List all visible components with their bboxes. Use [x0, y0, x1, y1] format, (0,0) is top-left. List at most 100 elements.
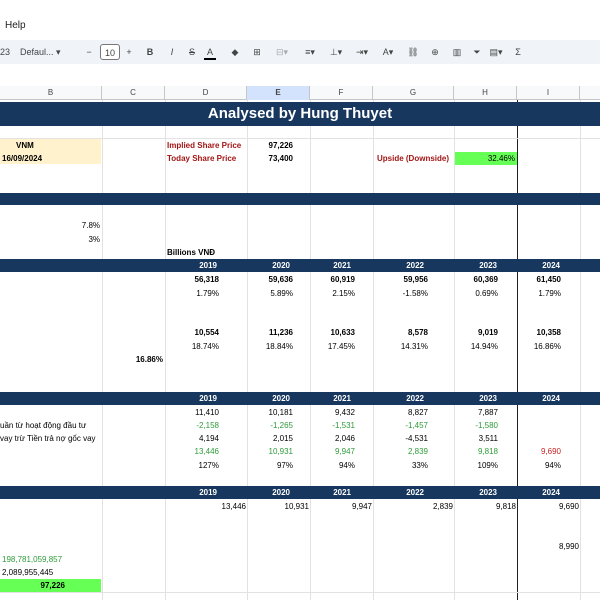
assumption-growth[interactable]: 3% — [40, 233, 100, 246]
cf-cell[interactable]: 94% — [311, 459, 355, 472]
borders-icon[interactable]: ⊞ — [250, 44, 264, 60]
cf-cell[interactable]: 109% — [455, 459, 498, 472]
revenue-cell[interactable]: 60,919 — [311, 273, 355, 286]
column-header-e[interactable]: E — [247, 86, 310, 100]
column-header-c[interactable]: C — [102, 86, 165, 100]
growth-cell[interactable]: 5.89% — [248, 287, 293, 300]
implied-price-value[interactable]: 97,226 — [248, 139, 293, 152]
growth-cell[interactable]: 1.79% — [518, 287, 561, 300]
average-margin-cell[interactable]: 16.86% — [103, 353, 163, 366]
margin-cell[interactable]: 18.74% — [166, 340, 219, 353]
insert-chart-icon[interactable]: ▥ — [450, 44, 464, 60]
column-header-g[interactable]: G — [373, 86, 454, 100]
align-horizontal-icon[interactable]: ≡▾ — [300, 44, 320, 60]
filter-views-icon[interactable]: ▤▾ — [486, 44, 506, 60]
fcf-cell[interactable]: 13,446 — [166, 500, 246, 513]
cf-cell[interactable]: -2,158 — [166, 419, 219, 432]
cf-cell[interactable]: 10,931 — [248, 445, 293, 458]
merge-cells-icon[interactable]: ⊟▾ — [272, 44, 292, 60]
growth-cell[interactable]: 2.15% — [311, 287, 355, 300]
text-rotate-icon[interactable]: A▾ — [378, 44, 398, 60]
cf-cell[interactable]: -1,265 — [248, 419, 293, 432]
revenue-cell[interactable]: 61,450 — [518, 273, 561, 286]
cf-cell[interactable]: 9,947 — [311, 445, 355, 458]
column-header-d[interactable]: D — [165, 86, 247, 100]
margin-cell[interactable]: 17.45% — [311, 340, 355, 353]
fcf-cell[interactable]: 9,818 — [455, 500, 516, 513]
fcf-cell[interactable]: 9,947 — [311, 500, 372, 513]
cf-cell[interactable]: 4,194 — [166, 432, 219, 445]
cf-cell[interactable]: 2,839 — [374, 445, 428, 458]
cf-cell[interactable]: 11,410 — [166, 406, 219, 419]
text-color-button[interactable]: A — [204, 44, 216, 60]
ticker-cell[interactable]: VNM — [16, 139, 34, 152]
ebit-cell[interactable]: 10,633 — [311, 326, 355, 339]
ebit-cell[interactable]: 8,578 — [374, 326, 428, 339]
column-header-b[interactable]: B — [0, 86, 102, 100]
upside-value[interactable]: 32.46% — [455, 152, 517, 165]
bold-button[interactable]: B — [144, 44, 156, 60]
cf-cell[interactable]: 97% — [248, 459, 293, 472]
column-header-f[interactable]: F — [310, 86, 373, 100]
shares-outstanding-cell[interactable]: 2,089,955,445 — [2, 566, 53, 579]
growth-cell[interactable]: 0.69% — [455, 287, 498, 300]
cf-cell[interactable]: 9,818 — [455, 445, 498, 458]
cf-cell[interactable]: 94% — [518, 459, 561, 472]
menu-help[interactable]: Help — [5, 20, 26, 31]
terminal-value-cell[interactable]: 8,990 — [518, 540, 579, 553]
revenue-cell[interactable]: 59,956 — [374, 273, 428, 286]
margin-cell[interactable]: 14.31% — [374, 340, 428, 353]
fill-color-icon[interactable]: ◆ — [228, 44, 242, 60]
cf-cell[interactable]: 9,432 — [311, 406, 355, 419]
revenue-cell[interactable]: 60,369 — [455, 273, 498, 286]
strikethrough-button[interactable]: S — [186, 44, 198, 60]
sheet-grid[interactable]: Analysed by Hung Thuyet VNM 16/09/2024 I… — [0, 100, 600, 600]
margin-cell[interactable]: 16.86% — [518, 340, 561, 353]
margin-cell[interactable]: 14.94% — [455, 340, 498, 353]
cf-cell[interactable]: 33% — [374, 459, 428, 472]
insert-comment-icon[interactable]: ⊕ — [428, 44, 442, 60]
today-price-value[interactable]: 73,400 — [248, 152, 293, 165]
cf-cell[interactable]: 127% — [166, 459, 219, 472]
revenue-cell[interactable]: 59,636 — [248, 273, 293, 286]
cf-cell[interactable]: 2,015 — [248, 432, 293, 445]
zoom-tail[interactable]: 23 — [0, 44, 10, 60]
font-size-input[interactable]: 10 — [100, 44, 120, 60]
ebit-cell[interactable]: 9,019 — [455, 326, 498, 339]
fcf-cell[interactable]: 10,931 — [248, 500, 309, 513]
cf-cell[interactable]: 13,446 — [166, 445, 219, 458]
ebit-cell[interactable]: 10,358 — [518, 326, 561, 339]
cf-cell[interactable]: -1,580 — [455, 419, 498, 432]
growth-cell[interactable]: 1.79% — [166, 287, 219, 300]
fair-price-cell[interactable]: 97,226 — [0, 579, 101, 592]
growth-cell[interactable]: -1.58% — [374, 287, 428, 300]
filter-icon[interactable]: ⏷ — [470, 44, 484, 60]
cf-cell[interactable]: 7,887 — [455, 406, 498, 419]
ebit-cell[interactable]: 10,554 — [166, 326, 219, 339]
functions-button[interactable]: Σ — [512, 44, 524, 60]
cf-cell[interactable]: -1,457 — [374, 419, 428, 432]
italic-button[interactable]: I — [166, 44, 178, 60]
font-family-select[interactable]: Defaul... ▾ — [20, 44, 72, 60]
cf-cell[interactable]: 10,181 — [248, 406, 293, 419]
cf-cell[interactable]: 9,690 — [518, 445, 561, 458]
cf-cell[interactable]: 2,046 — [311, 432, 355, 445]
decrease-font-icon[interactable]: − — [84, 44, 94, 60]
column-header-i[interactable]: I — [517, 86, 580, 100]
text-wrap-icon[interactable]: ⇥▾ — [352, 44, 372, 60]
ebit-cell[interactable]: 11,236 — [248, 326, 293, 339]
margin-cell[interactable]: 18.84% — [248, 340, 293, 353]
fcf-cell[interactable]: 2,839 — [374, 500, 453, 513]
increase-font-icon[interactable]: + — [124, 44, 134, 60]
enterprise-value-cell[interactable]: 198,781,059,857 — [2, 553, 62, 566]
cf-cell[interactable]: 3,511 — [455, 432, 498, 445]
cf-cell[interactable]: -1,531 — [311, 419, 355, 432]
cf-cell[interactable]: -4,531 — [374, 432, 428, 445]
cf-cell[interactable]: 8,827 — [374, 406, 428, 419]
column-header-h[interactable]: H — [454, 86, 517, 100]
insert-link-icon[interactable]: ⛓ — [406, 44, 420, 60]
fcf-cell[interactable]: 9,690 — [518, 500, 579, 513]
revenue-cell[interactable]: 56,318 — [166, 273, 219, 286]
align-vertical-icon[interactable]: ⊥▾ — [326, 44, 346, 60]
assumption-rate[interactable]: 7.8% — [40, 219, 100, 232]
